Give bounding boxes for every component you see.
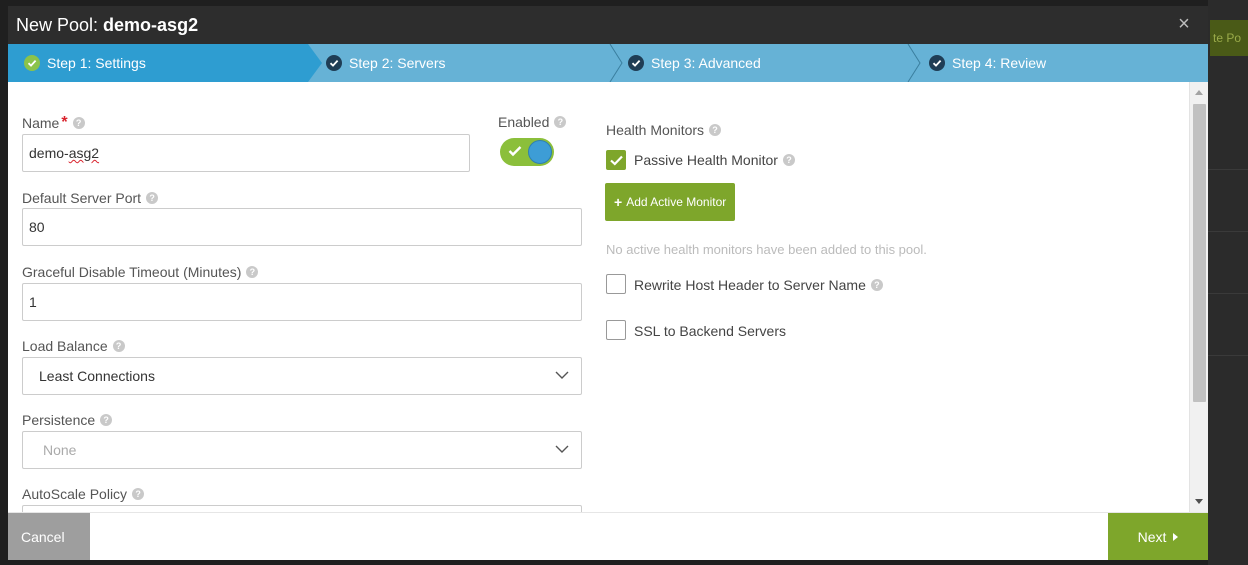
help-icon[interactable]: ? [100,414,113,426]
name-input-misspelled: asg2 [68,145,100,161]
name-input-prefix: demo- [29,145,69,161]
chevron-down-icon [555,371,569,379]
help-icon[interactable]: ? [782,154,795,166]
next-button-label: Next [1137,529,1167,545]
help-icon[interactable]: ? [554,116,567,128]
form-body: Name *? demo-asg2 Enabled? Default Server… [8,82,1208,512]
caret-right-icon [1173,533,1179,541]
load-balance-label: Load Balance? [22,338,125,354]
wizard-step-servers[interactable]: Step 2: Servers [326,44,446,82]
passive-health-monitor-label-text: Passive Health Monitor [634,152,778,168]
passive-health-monitor-checkbox[interactable] [606,150,626,170]
help-icon[interactable]: ? [112,340,125,352]
enabled-toggle[interactable] [500,138,554,166]
load-balance-label-text: Load Balance [22,338,108,354]
autoscale-policy-select[interactable] [22,505,582,512]
graceful-disable-timeout-label-text: Graceful Disable Timeout (Minutes) [22,264,242,280]
name-label-text: Name [22,115,60,131]
help-icon[interactable]: ? [132,488,145,500]
background-row [1208,296,1248,356]
required-mark: * [61,114,68,131]
modal-title: New Pool: demo-asg2 [16,14,198,36]
scrollbar-thumb[interactable] [1193,104,1206,402]
add-active-monitor-button[interactable]: + Add Active Monitor [605,183,736,221]
wizard-step-advanced[interactable]: Step 3: Advanced [628,44,761,82]
autoscale-policy-label-text: AutoScale Policy [22,486,128,502]
wizard-step-label: Step 1: Settings [47,55,146,71]
chevron-down-icon [555,445,569,453]
wizard-step-label: Step 2: Servers [349,55,446,71]
persistence-value: None [43,442,77,458]
ssl-to-backend-label: SSL to Backend Servers [634,323,786,339]
wizard-separator [608,44,624,82]
scroll-up-arrow-icon[interactable] [1195,90,1203,95]
persistence-select[interactable]: None [22,431,582,469]
rewrite-host-header-checkbox[interactable] [606,274,626,294]
new-pool-modal: New Pool: demo-asg2 × Step 1: Settings S… [8,6,1208,560]
health-monitors-label-text: Health Monitors [606,122,705,138]
help-icon[interactable]: ? [870,279,883,291]
name-label: Name *? [22,114,85,132]
background-page: te Po [1208,0,1248,565]
help-icon[interactable]: ? [709,124,722,136]
modal-title-prefix: New Pool: [16,15,104,35]
cancel-button[interactable]: Cancel [8,513,90,560]
background-create-pool-button: te Po [1210,20,1248,56]
check-circle-icon [326,55,342,71]
persistence-label: Persistence? [22,412,113,428]
help-icon[interactable]: ? [146,192,159,204]
checkmark-icon [508,146,522,157]
wizard-step-review[interactable]: Step 4: Review [929,44,1046,82]
load-balance-value: Least Connections [39,368,155,384]
name-input[interactable]: demo-asg2 [22,134,470,172]
next-button[interactable]: Next [1108,513,1208,560]
enabled-label-text: Enabled [498,114,550,130]
load-balance-select[interactable]: Least Connections [22,357,582,395]
background-row [1208,172,1248,232]
autoscale-policy-label: AutoScale Policy? [22,486,145,502]
no-monitors-message: No active health monitors have been adde… [606,242,927,257]
help-icon[interactable]: ? [246,266,259,278]
add-active-monitor-label: Add Active Monitor [626,195,727,209]
graceful-disable-timeout-input[interactable]: 1 [22,283,582,321]
enabled-label: Enabled? [498,114,567,130]
persistence-label-text: Persistence [22,412,96,428]
plus-icon: + [614,194,623,210]
modal-footer: Cancel Next [8,512,1208,560]
passive-health-monitor-label: Passive Health Monitor? [634,152,795,168]
scroll-down-arrow-icon[interactable] [1195,499,1203,504]
checkmark-icon [610,155,623,166]
rewrite-host-header-label: Rewrite Host Header to Server Name? [634,277,883,293]
ssl-to-backend-checkbox[interactable] [606,320,626,340]
close-icon[interactable]: × [1172,12,1196,36]
modal-header: New Pool: demo-asg2 × [8,6,1208,44]
default-server-port-label-text: Default Server Port [22,190,142,206]
modal-title-pool-name: demo-asg2 [103,15,199,35]
rewrite-host-header-label-text: Rewrite Host Header to Server Name [634,277,866,293]
wizard-separator [906,44,922,82]
wizard-step-label: Step 4: Review [952,55,1047,71]
background-row [1208,110,1248,170]
help-icon[interactable]: ? [72,117,85,129]
default-server-port-label: Default Server Port? [22,190,159,206]
form-scrollbar[interactable] [1189,82,1208,512]
graceful-disable-timeout-label: Graceful Disable Timeout (Minutes)? [22,264,259,280]
wizard-steps: Step 1: Settings Step 2: Servers Step 3:… [8,44,1208,82]
health-monitors-label: Health Monitors? [606,122,722,138]
check-circle-icon [929,55,945,71]
check-circle-icon [628,55,644,71]
default-server-port-input[interactable]: 80 [22,208,582,246]
background-row [1208,234,1248,294]
ssl-to-backend-label-text: SSL to Backend Servers [634,323,787,339]
wizard-step-label: Step 3: Advanced [651,55,761,71]
wizard-step-settings[interactable]: Step 1: Settings [24,44,146,82]
toggle-knob [528,140,552,164]
check-circle-icon [24,55,40,71]
wizard-active-arrow [308,44,322,82]
